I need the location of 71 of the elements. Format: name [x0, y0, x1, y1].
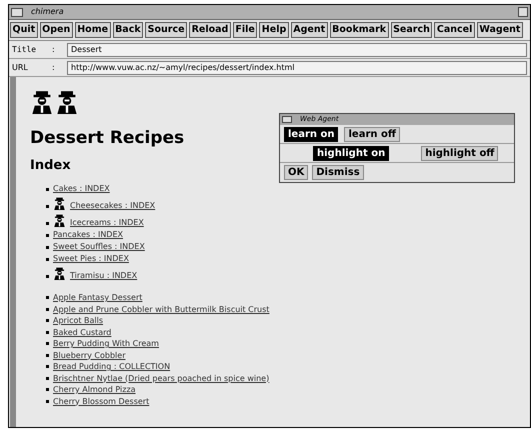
bullet-icon	[46, 365, 49, 368]
bullet-icon	[46, 400, 49, 403]
recipe-link[interactable]: Berry Pudding With Cream	[53, 338, 159, 350]
index-link[interactable]: Sweet Souffles : INDEX	[53, 241, 145, 253]
toggle-button[interactable]: learn on	[284, 126, 338, 142]
agent-icon	[30, 89, 54, 115]
bullet-icon	[46, 205, 49, 208]
index-link[interactable]: Cheesecakes : INDEX	[70, 200, 156, 212]
bullet-icon	[46, 354, 49, 357]
agent-icon	[55, 89, 79, 115]
bullet-icon	[46, 388, 49, 392]
recipe-link[interactable]: Blueberry Cobbler	[53, 350, 126, 361]
toolbar-button[interactable]: Wagent	[476, 22, 523, 38]
field-separator: :	[52, 44, 56, 56]
bullet-icon	[46, 246, 49, 249]
toolbar-button[interactable]: File	[232, 22, 258, 38]
bullet-icon	[46, 188, 49, 191]
toolbar-button[interactable]: Help	[259, 22, 289, 38]
bullet-icon	[46, 342, 49, 346]
index-link[interactable]: Sweet Pies : INDEX	[53, 253, 129, 265]
minimize-icon[interactable]	[518, 7, 528, 17]
toolbar-button[interactable]: Search	[390, 22, 432, 38]
agent-icon	[53, 212, 66, 229]
toolbar-button[interactable]: Source	[145, 22, 188, 38]
toolbar-button[interactable]: Agent	[290, 22, 328, 38]
index-link[interactable]: Icecreams : INDEX	[70, 217, 144, 229]
field-label: URL	[12, 62, 29, 74]
dialog-button[interactable]: OK	[284, 165, 308, 180]
recipe-link[interactable]: Bread Pudding : COLLECTION	[53, 361, 170, 372]
recipe-link[interactable]: Cherry Blossom Dessert	[53, 396, 150, 407]
agent-icon	[53, 195, 66, 212]
recipe-link[interactable]: Baked Custard	[53, 326, 112, 338]
window-menu-icon[interactable]	[11, 8, 23, 16]
bullet-icon	[46, 319, 49, 322]
toolbar-button[interactable]: Open	[40, 22, 73, 38]
recipe-link[interactable]: Brischtner Nytlae (Dried pears poached in spice wine)	[53, 372, 270, 384]
recipe-link[interactable]: Apricot Balls	[53, 315, 104, 326]
text-field[interactable]: Dessert	[67, 42, 527, 56]
field-label: Title	[12, 44, 38, 56]
index-link[interactable]: Tiramisu : INDEX	[70, 270, 138, 282]
scrollbar[interactable]	[10, 77, 16, 427]
toolbar-button[interactable]: Back	[112, 22, 144, 38]
text-field[interactable]: http://www.vuw.ac.nz/~amyl/recipes/dessert/index.html	[67, 60, 527, 74]
toolbar-button[interactable]: Quit	[10, 22, 38, 38]
toggle-button[interactable]: highlight on	[313, 146, 390, 160]
recipe-link[interactable]: Apple Fantasy Dessert	[53, 292, 142, 304]
toolbar-button[interactable]: Reload	[189, 22, 231, 38]
bullet-icon	[46, 308, 49, 311]
index-link[interactable]: Cakes : INDEX	[53, 183, 110, 195]
toggle-button[interactable]: highlight off	[421, 146, 498, 160]
toolbar-button[interactable]: Bookmark	[330, 22, 389, 38]
recipe-link[interactable]: Apple and Prune Cobbler with Buttermilk Biscuit Crust	[53, 304, 270, 315]
field-separator: :	[52, 62, 56, 74]
page-heading: Dessert Recipes	[30, 127, 184, 149]
bullet-icon	[46, 222, 49, 225]
toolbar-button[interactable]: Cancel	[434, 22, 475, 38]
bullet-icon	[46, 275, 49, 278]
index-link[interactable]: Pancakes : INDEX	[53, 229, 123, 241]
bullet-icon	[46, 234, 49, 237]
bullet-icon	[46, 296, 49, 300]
recipe-link[interactable]: Cherry Almond Pizza	[53, 384, 136, 396]
toggle-button[interactable]: learn off	[344, 126, 400, 142]
bullet-icon	[46, 330, 49, 334]
bullet-icon	[46, 258, 49, 261]
bullet-icon	[46, 376, 49, 380]
dialog-button[interactable]: Dismiss	[312, 165, 364, 180]
window-title: chimera	[31, 6, 64, 18]
agent-icon	[53, 265, 66, 282]
toolbar-button[interactable]: Home	[74, 22, 111, 38]
window-menu-icon[interactable]	[282, 116, 292, 123]
section-heading: Index	[30, 157, 71, 175]
